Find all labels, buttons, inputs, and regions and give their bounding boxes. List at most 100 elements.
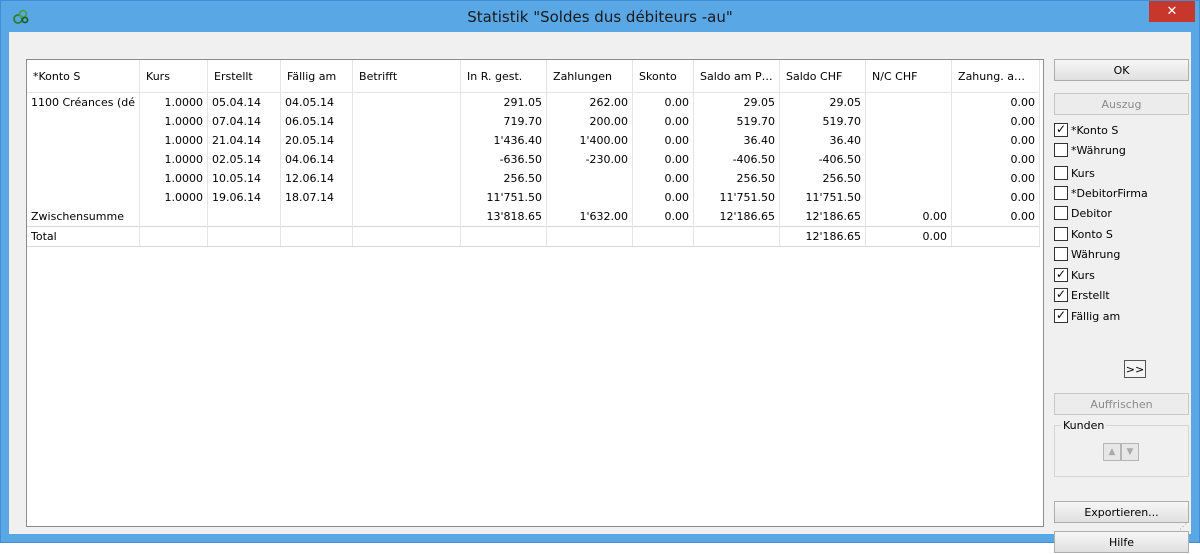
table-cell: 07.04.14	[207, 112, 282, 131]
table-cell: 719.70	[460, 112, 548, 131]
table-cell: 519.70	[693, 112, 781, 131]
table-cell: -406.50	[779, 150, 867, 169]
table-cell: 21.04.14	[207, 131, 282, 150]
column-header[interactable]: Skonto	[632, 60, 695, 93]
window-title: Statistik "Soldes dus débiteurs -au"	[467, 8, 733, 26]
up-arrow-icon[interactable]: ▲	[1103, 443, 1121, 461]
title-bar[interactable]: Statistik "Soldes dus débiteurs -au" ✕	[1, 1, 1199, 32]
column-header[interactable]: Saldo CHF	[779, 60, 867, 93]
hilfe-button[interactable]: Hilfe	[1054, 531, 1189, 553]
kunden-group: Kunden ▲ ▼	[1054, 419, 1189, 477]
down-arrow-icon[interactable]: ▼	[1121, 443, 1139, 461]
checkbox-waehrung[interactable]: Währung	[1054, 247, 1121, 266]
column-header[interactable]: In R. gest.	[460, 60, 548, 93]
table-cell: 262.00	[546, 92, 634, 112]
table-cell	[207, 207, 282, 227]
checkbox-label: Debitor	[1071, 207, 1112, 220]
client-area: *Konto S Kurs Erstellt Fällig am Betriff…	[9, 32, 1191, 553]
table-cell: 0.00	[951, 112, 1041, 131]
column-header[interactable]: Zahlungen	[546, 60, 634, 93]
checkbox-box[interactable]	[1054, 186, 1068, 200]
column-header[interactable]: Fällig am	[280, 60, 354, 93]
table-cell	[27, 131, 141, 150]
more-columns-button[interactable]: >>	[1124, 360, 1146, 378]
table-cell: 0.00	[951, 131, 1041, 150]
column-header[interactable]: Betrifft	[352, 60, 462, 93]
column-header[interactable]: Kurs	[139, 60, 209, 93]
table-cell: 0.00	[951, 92, 1041, 112]
checkbox-box[interactable]: ✓	[1054, 123, 1068, 137]
ok-button[interactable]: OK	[1054, 59, 1189, 81]
table-cell	[27, 169, 141, 188]
checkbox-box[interactable]: ✓	[1054, 288, 1068, 302]
checkbox-box[interactable]	[1054, 247, 1068, 261]
table-cell	[352, 150, 462, 169]
table-row[interactable]: 1.0000 19.06.14 18.07.14 11'751.50 0.00 …	[27, 188, 1041, 207]
auffrischen-button[interactable]: Auffrischen	[1054, 393, 1189, 415]
column-header[interactable]: Erstellt	[207, 60, 282, 93]
checkbox-faellig-am[interactable]: ✓ Fällig am	[1054, 309, 1120, 328]
auszug-button[interactable]: Auszug	[1054, 93, 1189, 115]
table-cell: 0.00	[632, 112, 695, 131]
table-row[interactable]: 1.0000 21.04.14 20.05.14 1'436.40 1'400.…	[27, 131, 1041, 150]
table-cell	[546, 169, 634, 188]
column-header[interactable]: N/C CHF	[865, 60, 953, 93]
table-row[interactable]: 1.0000 07.04.14 06.05.14 719.70 200.00 0…	[27, 112, 1041, 131]
column-header[interactable]: *Konto S	[27, 60, 141, 93]
checkbox-box[interactable]: ✓	[1054, 309, 1068, 323]
table-cell	[352, 169, 462, 188]
table-cell: 1'400.00	[546, 131, 634, 150]
checkbox-erstellt[interactable]: ✓ Erstellt	[1054, 288, 1110, 307]
checkbox-debitorfirma[interactable]: *DebitorFirma	[1054, 186, 1148, 205]
exportieren-button[interactable]: Exportieren...	[1054, 501, 1189, 523]
checkbox-box[interactable]	[1054, 143, 1068, 157]
checkbox-label: Konto S	[1071, 228, 1113, 241]
table-cell: 12'186.65	[693, 207, 781, 227]
table-cell: 1'632.00	[546, 207, 634, 227]
checkbox-box[interactable]	[1054, 206, 1068, 220]
checkbox-box[interactable]: ✓	[1054, 268, 1068, 282]
checkbox-konto-s-2[interactable]: Konto S	[1054, 227, 1113, 246]
table-cell: Total	[27, 226, 141, 247]
table-cell	[951, 226, 1041, 247]
checkbox-box[interactable]	[1054, 227, 1068, 241]
table-cell: 11'751.50	[460, 188, 548, 207]
close-button[interactable]: ✕	[1149, 1, 1195, 22]
checkbox-box[interactable]	[1054, 166, 1068, 180]
table-cell: 0.00	[632, 150, 695, 169]
column-header[interactable]: Zahung. a…	[951, 60, 1041, 93]
subtotal-row[interactable]: Zwischensumme 13'818.65 1'632.00 0.00 12…	[27, 207, 1041, 227]
table-cell	[865, 112, 953, 131]
checkbox-debitor[interactable]: Debitor	[1054, 206, 1112, 225]
statistics-window: Statistik "Soldes dus débiteurs -au" ✕ *…	[0, 0, 1200, 553]
checkbox-label: Kurs	[1071, 269, 1095, 282]
table-row[interactable]: 1.0000 02.05.14 04.06.14 -636.50 -230.00…	[27, 150, 1041, 169]
table-cell: 0.00	[951, 207, 1041, 227]
table-row[interactable]: 1100 Créances (dé 1.0000 05.04.14 04.05.…	[27, 92, 1041, 112]
table-cell: 11'751.50	[693, 188, 781, 207]
table-cell	[139, 207, 209, 227]
table-cell	[352, 188, 462, 207]
statistics-table[interactable]: *Konto S Kurs Erstellt Fällig am Betriff…	[26, 59, 1044, 527]
table-cell	[352, 131, 462, 150]
checkbox-label: *Währung	[1071, 144, 1126, 157]
table-cell: 11'751.50	[779, 188, 867, 207]
table-row[interactable]: 1.0000 10.05.14 12.06.14 256.50 0.00 256…	[27, 169, 1041, 188]
total-row[interactable]: Total 12'186.65 0.00	[27, 226, 1041, 247]
resize-grip-icon[interactable]: ⋰	[1179, 522, 1189, 532]
checkbox-waehrung-star[interactable]: *Währung	[1054, 143, 1126, 162]
checkbox-kurs-2[interactable]: ✓ Kurs	[1054, 268, 1095, 287]
table-cell	[693, 226, 781, 247]
column-header[interactable]: Saldo am P…	[693, 60, 781, 93]
checkbox-konto-s[interactable]: ✓ *Konto S	[1054, 123, 1118, 142]
table-cell	[865, 188, 953, 207]
checkbox-kurs[interactable]: Kurs	[1054, 166, 1095, 185]
table-cell: 02.05.14	[207, 150, 282, 169]
checkbox-label: Währung	[1071, 248, 1121, 261]
table-cell: 1.0000	[139, 188, 209, 207]
table-cell: 0.00	[951, 150, 1041, 169]
table-header-row: *Konto S Kurs Erstellt Fällig am Betriff…	[27, 60, 1041, 93]
table-cell	[27, 112, 141, 131]
table-cell	[546, 226, 634, 247]
table-cell	[352, 226, 462, 247]
